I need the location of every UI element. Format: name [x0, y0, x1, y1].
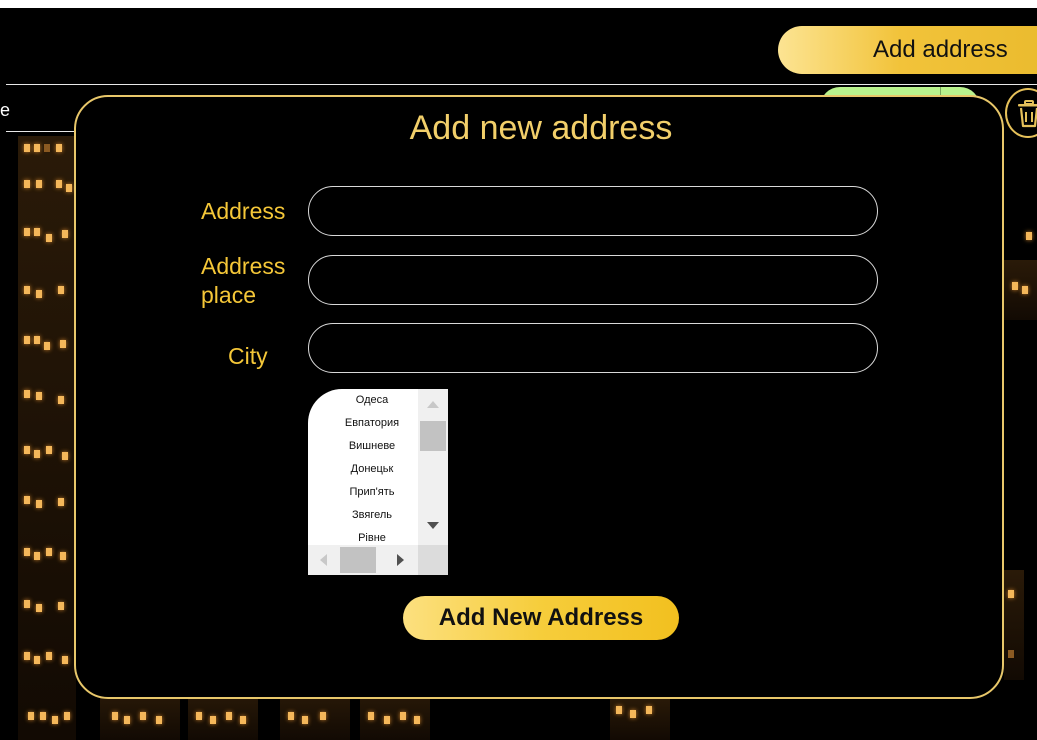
city-option[interactable]: Вишневе	[308, 441, 418, 464]
add-address-button[interactable]: Add address	[778, 26, 1037, 74]
city-select-list[interactable]: Одеса Евпатория Вишневе Донецьк Прип'ять…	[308, 389, 448, 575]
horizontal-scrollbar[interactable]	[308, 545, 418, 575]
modal-title: Add new address	[409, 109, 673, 147]
city-option[interactable]: Одеса	[308, 395, 418, 418]
address-place-input[interactable]	[308, 255, 878, 305]
city-option[interactable]: Донецьк	[308, 464, 418, 487]
add-new-address-button[interactable]: Add New Address	[403, 596, 679, 640]
top-edge-strip	[0, 0, 1037, 8]
scroll-up-arrow-icon[interactable]	[425, 399, 441, 409]
city-option[interactable]: Прип'ять	[308, 487, 418, 510]
scroll-corner	[418, 545, 448, 575]
trash-icon	[1018, 100, 1037, 128]
vertical-scroll-thumb[interactable]	[420, 421, 446, 451]
background-tab-underline	[6, 131, 76, 132]
horizontal-scroll-thumb[interactable]	[340, 547, 376, 573]
address-input[interactable]	[308, 186, 878, 236]
city-option[interactable]: Евпатория	[308, 418, 418, 441]
address-label: Address	[201, 198, 286, 224]
vertical-scrollbar[interactable]	[418, 389, 448, 545]
scroll-right-arrow-icon[interactable]	[396, 553, 406, 567]
city-input[interactable]	[308, 323, 878, 373]
scroll-down-arrow-icon[interactable]	[425, 521, 441, 531]
delete-button[interactable]	[1005, 88, 1037, 138]
add-address-modal: Add new address Address Address place Ci…	[74, 95, 1004, 699]
header-divider	[6, 84, 1037, 85]
background-tab-label: e	[0, 100, 11, 120]
add-address-button-label: Add address	[873, 36, 1008, 63]
address-place-label: Address place	[201, 253, 286, 308]
city-label: City	[228, 343, 268, 369]
city-options: Одеса Евпатория Вишневе Донецьк Прип'ять…	[308, 395, 418, 556]
city-option[interactable]: Звягель	[308, 510, 418, 533]
scroll-left-arrow-icon[interactable]	[318, 553, 328, 567]
